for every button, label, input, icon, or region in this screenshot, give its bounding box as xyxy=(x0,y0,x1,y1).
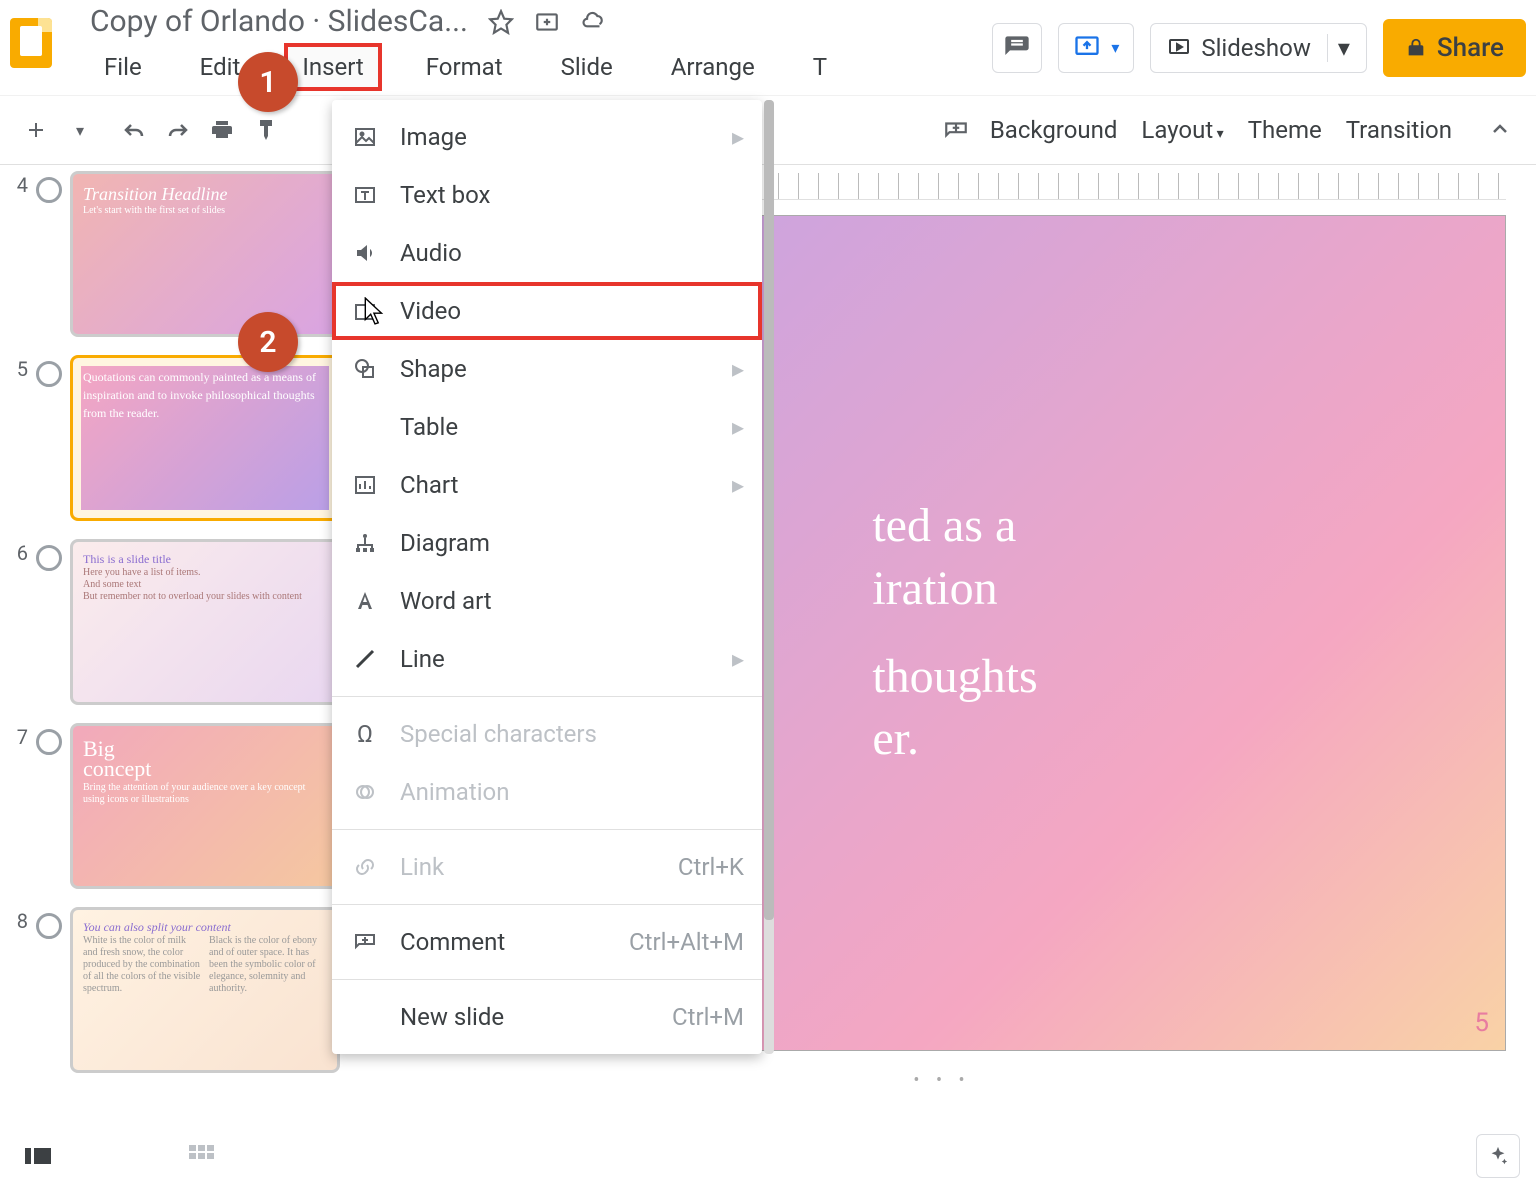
background-button[interactable]: Background xyxy=(978,112,1130,148)
new-slide-button[interactable] xyxy=(14,108,58,152)
present-dropdown[interactable]: ▾ xyxy=(1058,23,1134,73)
grid-view-button[interactable] xyxy=(180,1134,224,1178)
layout-button[interactable]: Layout ▾ xyxy=(1129,112,1235,148)
slide-thumbnail[interactable]: Transition Headline Let's start with the… xyxy=(70,171,340,337)
thumb-number: 8 xyxy=(10,909,28,1073)
slides-logo xyxy=(10,18,70,78)
menu-file[interactable]: File xyxy=(90,43,156,91)
insert-table[interactable]: ·Table▸ xyxy=(332,398,762,456)
collapse-toolbar-button[interactable] xyxy=(1478,108,1522,152)
submenu-arrow-icon: ▸ xyxy=(732,355,744,383)
insert-shape[interactable]: Shape▸ xyxy=(332,340,762,398)
textbox-icon xyxy=(350,180,380,210)
thumbnail-row[interactable]: 4 Transition Headline Let's start with t… xyxy=(10,171,340,337)
insert-diagram[interactable]: Diagram xyxy=(332,514,762,572)
omega-icon: Ω xyxy=(350,719,380,749)
theme-button[interactable]: Theme xyxy=(1236,112,1334,148)
thumbnail-row[interactable]: 5 Quotations can commonly painted as a m… xyxy=(10,355,340,521)
thumb-number: 5 xyxy=(10,357,28,521)
insert-special-characters: ΩSpecial characters xyxy=(332,705,762,763)
undo-button[interactable] xyxy=(112,108,156,152)
insert-textbox[interactable]: Text box xyxy=(332,166,762,224)
insert-animation: Animation xyxy=(332,763,762,821)
slide-number: 5 xyxy=(1474,1008,1489,1038)
insert-image[interactable]: Image▸ xyxy=(332,108,762,166)
menu-slide[interactable]: Slide xyxy=(547,43,627,91)
transition-icon xyxy=(36,545,62,571)
transition-icon xyxy=(36,177,62,203)
shape-icon xyxy=(350,354,380,384)
cursor-icon xyxy=(364,297,386,325)
insert-audio[interactable]: Audio xyxy=(332,224,762,282)
slide-thumbnail-selected[interactable]: Quotations can commonly painted as a mea… xyxy=(70,355,340,521)
transition-icon xyxy=(36,729,62,755)
insert-line[interactable]: Line▸ xyxy=(332,630,762,688)
footer xyxy=(0,1131,1536,1181)
thumbnail-row[interactable]: 7 Big concept Bring the attention of you… xyxy=(10,723,340,889)
comment-icon xyxy=(350,927,380,957)
redo-button[interactable] xyxy=(156,108,200,152)
menu-arrange[interactable]: Arrange xyxy=(657,43,769,91)
cloud-status-icon[interactable] xyxy=(580,9,606,35)
thumb-number: 4 xyxy=(10,173,28,337)
slideshow-button[interactable]: Slideshow ▾ xyxy=(1150,23,1367,73)
link-icon xyxy=(350,852,380,882)
submenu-arrow-icon: ▸ xyxy=(732,123,744,151)
open-comments-button[interactable] xyxy=(992,23,1042,73)
diagram-icon xyxy=(350,528,380,558)
insert-wordart[interactable]: Word art xyxy=(332,572,762,630)
explore-button[interactable] xyxy=(1476,1134,1520,1178)
slide-thumbnail[interactable]: This is a slide title Here you have a li… xyxy=(70,539,340,705)
transition-button[interactable]: Transition xyxy=(1334,112,1464,148)
filmstrip-view-button[interactable] xyxy=(16,1134,60,1178)
chart-icon xyxy=(350,470,380,500)
star-icon[interactable] xyxy=(488,9,514,35)
thumb-number: 7 xyxy=(10,725,28,889)
line-icon xyxy=(350,644,380,674)
wordart-icon xyxy=(350,586,380,616)
document-title[interactable]: Copy of Orlando · SlidesCa... xyxy=(90,4,468,39)
menu-scrollbar[interactable] xyxy=(764,100,774,1054)
share-button[interactable]: Share xyxy=(1383,19,1526,77)
insert-link: LinkCtrl+K xyxy=(332,838,762,896)
insert-video[interactable]: Video xyxy=(332,282,762,340)
insert-chart[interactable]: Chart▸ xyxy=(332,456,762,514)
move-icon[interactable] xyxy=(534,9,560,35)
slide-thumbnail[interactable]: You can also split your content White is… xyxy=(70,907,340,1073)
share-label: Share xyxy=(1437,33,1504,63)
transition-icon xyxy=(36,361,62,387)
menu-more[interactable]: T xyxy=(799,43,841,91)
new-slide-dropdown[interactable]: ▾ xyxy=(58,108,102,152)
slide-text: ted as a iration thoughts er. xyxy=(846,495,1037,771)
step-badge-2: 2 xyxy=(238,312,298,372)
step-badge-1: 1 xyxy=(238,52,298,112)
filmstrip[interactable]: 4 Transition Headline Let's start with t… xyxy=(0,165,348,1131)
thumb-number: 6 xyxy=(10,541,28,705)
paint-format-button[interactable] xyxy=(244,108,288,152)
slideshow-label: Slideshow xyxy=(1201,34,1311,62)
thumbnail-row[interactable]: 8 You can also split your content White … xyxy=(10,907,340,1073)
add-comment-button[interactable] xyxy=(934,108,978,152)
insert-comment[interactable]: CommentCtrl+Alt+M xyxy=(332,913,762,971)
speaker-notes-handle[interactable]: • • • xyxy=(913,1070,970,1091)
submenu-arrow-icon: ▸ xyxy=(732,413,744,441)
image-icon xyxy=(350,122,380,152)
header: Copy of Orlando · SlidesCa... File Edit … xyxy=(0,0,1536,95)
thumbnail-row[interactable]: 6 This is a slide title Here you have a … xyxy=(10,539,340,705)
submenu-arrow-icon: ▸ xyxy=(732,645,744,673)
menu-insert[interactable]: Insert xyxy=(284,43,381,91)
submenu-arrow-icon: ▸ xyxy=(732,471,744,499)
audio-icon xyxy=(350,238,380,268)
transition-icon xyxy=(36,913,62,939)
menu-format[interactable]: Format xyxy=(412,43,517,91)
print-button[interactable] xyxy=(200,108,244,152)
animation-icon xyxy=(350,777,380,807)
insert-menu-dropdown: Image▸ Text box Audio Video Shape▸ ·Tabl… xyxy=(332,100,762,1054)
slide-thumbnail[interactable]: Big concept Bring the attention of your … xyxy=(70,723,340,889)
insert-new-slide[interactable]: ·New slideCtrl+M xyxy=(332,988,762,1046)
